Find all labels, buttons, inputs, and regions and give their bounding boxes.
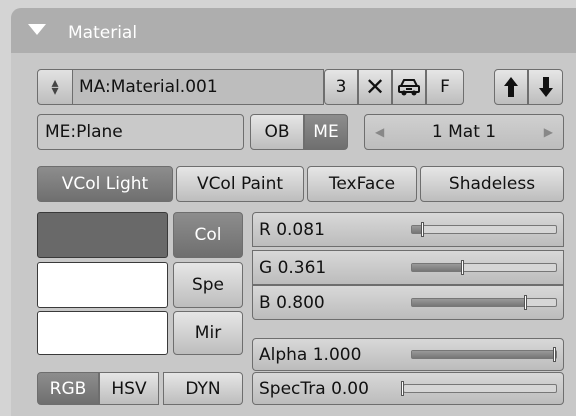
- alpha-slider-label: Alpha 1.000: [259, 344, 362, 365]
- col-color-swatch[interactable]: [37, 212, 168, 258]
- spectra-slider-track: [401, 381, 557, 396]
- g-slider[interactable]: G 0.361: [252, 250, 564, 285]
- material-index-label: 1 Mat 1: [431, 122, 497, 142]
- rgb-mode-button[interactable]: RGB: [37, 372, 99, 405]
- r-slider-label: R 0.081: [259, 219, 325, 240]
- up-arrow-icon: [504, 77, 518, 97]
- dyn-mode-button[interactable]: DYN: [163, 372, 243, 405]
- mesh-name-field[interactable]: ME:Plane: [37, 114, 244, 150]
- delete-material-button[interactable]: ✕: [358, 69, 392, 105]
- col-button[interactable]: Col: [173, 212, 243, 258]
- car-icon: [398, 79, 420, 96]
- alpha-slider-track: [411, 347, 557, 362]
- delete-icon: ✕: [364, 73, 386, 101]
- texface-toggle[interactable]: TexFace: [307, 166, 417, 202]
- fake-user-button[interactable]: F: [426, 69, 464, 105]
- users-count-button[interactable]: 3: [324, 69, 358, 105]
- b-slider[interactable]: B 0.800: [252, 285, 564, 320]
- b-slider-label: B 0.800: [259, 292, 325, 313]
- ob-link-button[interactable]: OB: [250, 114, 304, 150]
- material-name-field[interactable]: MA:Material.001: [73, 69, 324, 105]
- hsv-mode-button[interactable]: HSV: [99, 372, 159, 405]
- shadeless-toggle[interactable]: Shadeless: [420, 166, 564, 202]
- auto-name-button[interactable]: [392, 69, 426, 105]
- spe-button[interactable]: Spe: [173, 262, 243, 308]
- g-slider-label: G 0.361: [259, 257, 327, 278]
- copy-material-button[interactable]: [494, 69, 528, 105]
- updown-icon[interactable]: ▴ ▾: [37, 69, 73, 105]
- b-slider-track: [411, 295, 557, 310]
- chevron-right-icon[interactable]: ▶: [544, 125, 553, 139]
- collapse-triangle-icon[interactable]: [28, 24, 46, 35]
- material-index-field[interactable]: ◀ 1 Mat 1 ▶: [364, 114, 564, 150]
- down-arrow-icon: [538, 77, 553, 97]
- alpha-slider[interactable]: Alpha 1.000: [252, 338, 564, 371]
- vcol-light-toggle[interactable]: VCol Light: [37, 166, 173, 202]
- panel-title: Material: [68, 23, 138, 43]
- r-slider-track: [411, 222, 557, 237]
- paste-material-button[interactable]: [528, 69, 563, 105]
- mir-color-swatch[interactable]: [37, 311, 168, 355]
- me-link-button[interactable]: ME: [304, 114, 348, 150]
- vcol-paint-toggle[interactable]: VCol Paint: [176, 166, 304, 202]
- chevron-left-icon[interactable]: ◀: [375, 125, 384, 139]
- spectra-slider-label: SpecTra 0.00: [259, 378, 369, 399]
- mir-button[interactable]: Mir: [173, 311, 243, 355]
- r-slider[interactable]: R 0.081: [252, 212, 564, 247]
- g-slider-track: [411, 260, 557, 275]
- spe-color-swatch[interactable]: [37, 262, 168, 308]
- spectra-slider[interactable]: SpecTra 0.00: [252, 372, 564, 405]
